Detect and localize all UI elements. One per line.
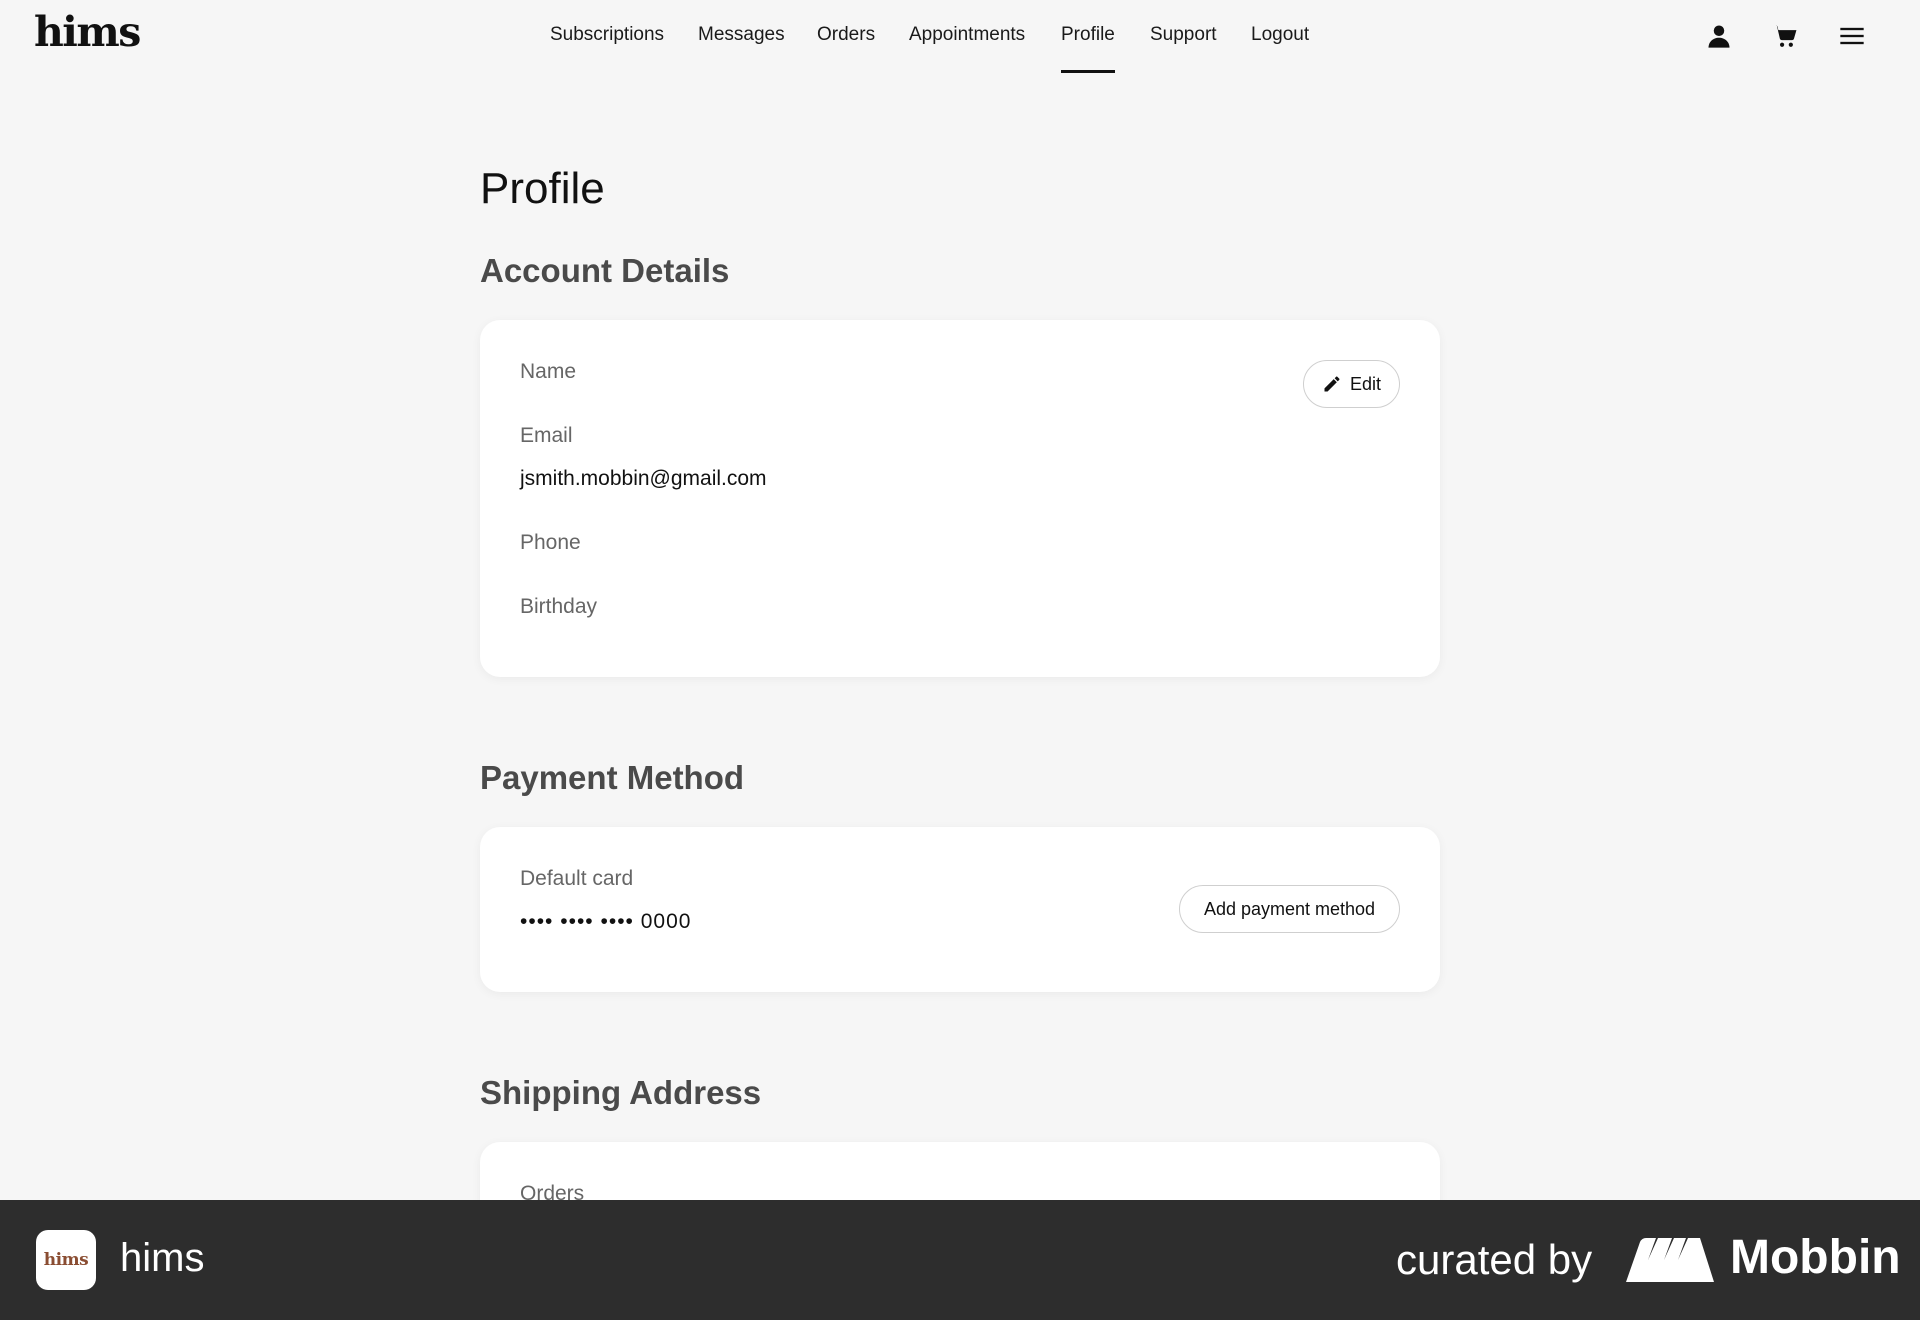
phone-label: Phone [520, 531, 581, 554]
account-details-heading: Account Details [480, 252, 730, 289]
nav-item-appointments[interactable]: Appointments [909, 24, 1025, 46]
app-name: hims [120, 1236, 205, 1280]
birthday-label: Birthday [520, 595, 598, 618]
mobbin-wordmark: Mobbin [1730, 1231, 1901, 1284]
shipping-address-heading: Shipping Address [480, 1074, 762, 1111]
name-label: Name [520, 360, 577, 383]
mobbin-footer: hims hims curated by Mobbin [0, 1200, 1920, 1320]
payment-method-card: Default card •••• •••• •••• 0000 Add pay… [480, 827, 1440, 992]
card-number: •••• •••• •••• 0000 [520, 910, 692, 933]
add-payment-method-button[interactable]: Add payment method [1179, 885, 1400, 933]
default-card-label: Default card [520, 867, 634, 890]
main-nav: Subscriptions Messages Orders Appointmen… [0, 0, 1920, 76]
page-title: Profile [480, 164, 605, 213]
nav-item-logout[interactable]: Logout [1251, 24, 1309, 46]
nav-item-support[interactable]: Support [1150, 24, 1217, 46]
nav-item-profile[interactable]: Profile [1061, 24, 1115, 73]
nav-item-subscriptions[interactable]: Subscriptions [550, 24, 664, 46]
mobbin-logo-icon [1626, 1238, 1714, 1282]
hims-app-icon: hims [36, 1230, 96, 1290]
top-navigation: hims Subscriptions Messages Orders Appoi… [0, 0, 1920, 76]
edit-button[interactable]: Edit [1303, 360, 1400, 408]
curated-by-text: curated by [1396, 1236, 1593, 1283]
edit-button-label: Edit [1349, 373, 1381, 394]
pencil-icon [1324, 376, 1340, 392]
email-value: jsmith.mobbin@gmail.com [520, 467, 767, 490]
nav-item-orders[interactable]: Orders [817, 24, 875, 46]
nav-item-messages[interactable]: Messages [698, 24, 785, 46]
email-label: Email [520, 424, 573, 447]
payment-method-heading: Payment Method [480, 759, 745, 796]
menu-icon[interactable] [1838, 22, 1866, 50]
account-details-card: Name Edit Email jsmith.mobbin@gmail.com … [480, 320, 1440, 677]
cart-icon[interactable] [1771, 22, 1799, 50]
account-icon[interactable] [1705, 22, 1733, 50]
